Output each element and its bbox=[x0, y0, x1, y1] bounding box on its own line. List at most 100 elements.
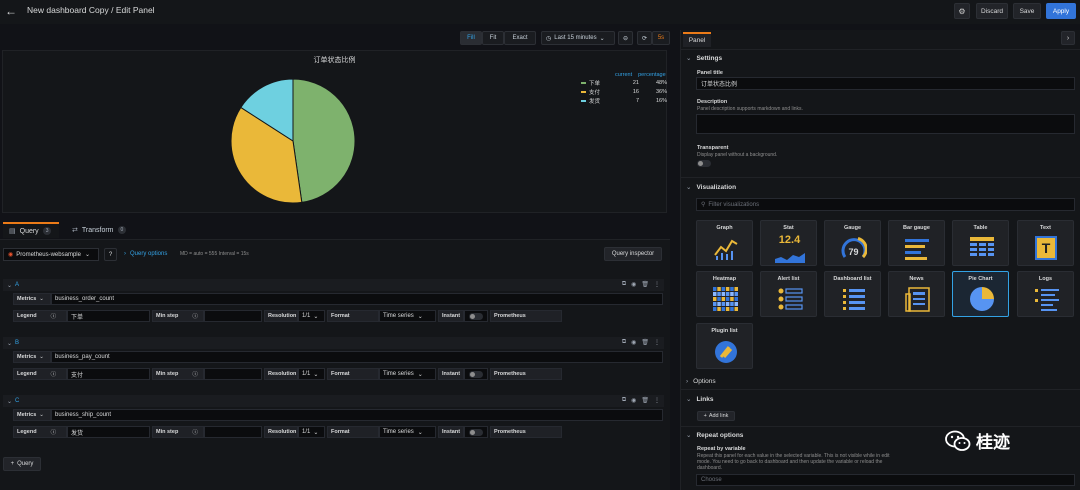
viz-card-plugin-list[interactable]: Plugin list bbox=[696, 323, 753, 369]
description-textarea[interactable] bbox=[696, 114, 1075, 134]
format-select[interactable]: Time series ⌄ bbox=[379, 310, 436, 322]
search-icon: ⚲ bbox=[701, 202, 706, 208]
links-section-header[interactable]: ⌄ Links bbox=[686, 395, 713, 403]
settings-gear-icon[interactable]: ⚙ bbox=[954, 3, 970, 19]
tab-panel[interactable]: Panel bbox=[683, 32, 711, 47]
viz-card-logs[interactable]: Logs bbox=[1017, 271, 1074, 317]
viz-card-alert-list[interactable]: Alert list bbox=[760, 271, 817, 317]
refresh-icon[interactable]: ⟳ bbox=[637, 31, 652, 45]
chevron-right-icon[interactable]: › bbox=[1061, 31, 1075, 45]
wechat-watermark: 桂迹 bbox=[945, 428, 1010, 453]
eye-icon[interactable]: ◉ bbox=[631, 339, 636, 346]
back-arrow-icon[interactable]: ← bbox=[4, 4, 18, 18]
fill-button[interactable]: Fill bbox=[460, 31, 482, 45]
metrics-input[interactable]: business_pay_count bbox=[51, 351, 663, 363]
instant-toggle[interactable] bbox=[469, 371, 483, 378]
min-step-input[interactable] bbox=[204, 368, 262, 380]
trash-icon[interactable]: 🗑 bbox=[641, 397, 649, 404]
help-icon[interactable]: ? bbox=[104, 248, 117, 261]
legend-item[interactable]: 下单 21 48% bbox=[581, 79, 667, 87]
legend-label-text: Legend bbox=[17, 313, 37, 319]
query-options-label: Query options bbox=[130, 251, 168, 257]
resolution-select[interactable]: 1/1 ⌄ bbox=[298, 368, 325, 380]
settings-section-header[interactable]: ⌄ Settings bbox=[686, 54, 722, 62]
add-query-button[interactable]: + Query bbox=[3, 457, 41, 471]
viz-card-heatmap[interactable]: Heatmap bbox=[696, 271, 753, 317]
query-inspector-button[interactable]: Query inspector bbox=[604, 247, 662, 261]
legend-input[interactable]: 发货 bbox=[67, 426, 150, 438]
legend-item[interactable]: 支付 16 36% bbox=[581, 88, 667, 96]
viz-card-gauge[interactable]: Gauge 79 bbox=[824, 220, 881, 266]
time-range-label: Last 15 minutes bbox=[554, 35, 597, 41]
legend-label-text: Legend bbox=[17, 429, 37, 435]
prometheus-label: Prometheus bbox=[490, 310, 562, 322]
legend-input[interactable]: 支付 bbox=[67, 368, 150, 380]
instant-label: Instant bbox=[438, 368, 464, 380]
instant-toggle-wrap[interactable] bbox=[464, 368, 488, 380]
format-select[interactable]: Time series ⌄ bbox=[379, 426, 436, 438]
viz-card-dashboard-list[interactable]: Dashboard list bbox=[824, 271, 881, 317]
tab-transform[interactable]: ⇄ Transform 0 bbox=[72, 222, 132, 238]
instant-toggle-wrap[interactable] bbox=[464, 310, 488, 322]
min-step-input[interactable] bbox=[204, 426, 262, 438]
metrics-input[interactable]: business_order_count bbox=[51, 293, 663, 305]
filter-visualizations-input[interactable]: ⚲ Filter visualizations bbox=[696, 198, 1075, 211]
discard-button[interactable]: Discard bbox=[976, 3, 1008, 19]
min-step-input[interactable] bbox=[204, 310, 262, 322]
legend-swatch bbox=[581, 100, 586, 102]
alert-list-icon bbox=[778, 288, 803, 310]
instant-toggle-wrap[interactable] bbox=[464, 426, 488, 438]
query-row-header[interactable]: ⌄ C ⧉ ◉ 🗑 ⋮ bbox=[3, 395, 664, 407]
instant-label: Instant bbox=[438, 310, 464, 322]
drag-handle-icon[interactable]: ⋮ bbox=[654, 339, 660, 346]
copy-icon[interactable]: ⧉ bbox=[622, 397, 626, 404]
repeat-variable-select[interactable]: Choose bbox=[696, 474, 1075, 486]
links-label: Links bbox=[696, 396, 714, 403]
copy-icon[interactable]: ⧉ bbox=[622, 281, 626, 288]
trash-icon[interactable]: 🗑 bbox=[641, 339, 649, 346]
fit-button[interactable]: Fit bbox=[482, 31, 504, 45]
exact-button[interactable]: Exact bbox=[504, 31, 536, 45]
query-row-header[interactable]: ⌄ A ⧉ ◉ 🗑 ⋮ bbox=[3, 279, 664, 291]
viz-card-table[interactable]: Table bbox=[952, 220, 1009, 266]
datasource-select[interactable]: ◉ Prometheus-websample ⌄ bbox=[3, 248, 99, 261]
viz-card-news[interactable]: News bbox=[888, 271, 945, 317]
resolution-select[interactable]: 1/1 ⌄ bbox=[298, 310, 325, 322]
trash-icon[interactable]: 🗑 bbox=[641, 281, 649, 288]
drag-handle-icon[interactable]: ⋮ bbox=[654, 281, 660, 288]
tab-query[interactable]: ▤ Query 3 bbox=[3, 222, 59, 238]
description-label: Description bbox=[697, 99, 728, 105]
instant-toggle[interactable] bbox=[469, 313, 483, 320]
legend-item[interactable]: 发货 7 16% bbox=[581, 97, 667, 105]
refresh-interval[interactable]: 5s bbox=[652, 31, 670, 45]
viz-card-graph[interactable]: Graph bbox=[696, 220, 753, 266]
copy-icon[interactable]: ⧉ bbox=[622, 339, 626, 346]
zoom-out-icon[interactable]: ⊖ bbox=[618, 31, 633, 45]
panel-title-input[interactable]: 订单状态比例 bbox=[696, 77, 1075, 90]
save-button[interactable]: Save bbox=[1013, 3, 1041, 19]
instant-toggle[interactable] bbox=[469, 429, 483, 436]
query-options-toggle[interactable]: › Query options bbox=[124, 251, 167, 257]
viz-card-bar-gauge[interactable]: Bar gauge bbox=[888, 220, 945, 266]
transparent-toggle[interactable] bbox=[697, 160, 711, 167]
viz-card-text[interactable]: Text T bbox=[1017, 220, 1074, 266]
repeat-section-header[interactable]: ⌄ Repeat options bbox=[686, 431, 743, 439]
resolution-select[interactable]: 1/1 ⌄ bbox=[298, 426, 325, 438]
eye-icon[interactable]: ◉ bbox=[631, 281, 636, 288]
add-link-button[interactable]: + Add link bbox=[697, 411, 735, 421]
format-select[interactable]: Time series ⌄ bbox=[379, 368, 436, 380]
eye-icon[interactable]: ◉ bbox=[631, 397, 636, 404]
viz-card-stat[interactable]: Stat 12.4 bbox=[760, 220, 817, 266]
legend-input[interactable]: 下单 bbox=[67, 310, 150, 322]
options-section-header[interactable]: › Options bbox=[686, 378, 716, 385]
chevron-down-icon: ⌄ bbox=[39, 354, 44, 360]
pie-slice-下单[interactable] bbox=[292, 78, 356, 203]
visualization-section-header[interactable]: ⌄ Visualization bbox=[686, 183, 736, 191]
viz-card-pie-chart[interactable]: Pie Chart bbox=[952, 271, 1009, 317]
metrics-input[interactable]: business_ship_count bbox=[51, 409, 663, 421]
datasource-label: Prometheus-websample bbox=[16, 251, 81, 258]
time-picker[interactable]: ◷ Last 15 minutes ⌄ bbox=[541, 31, 615, 45]
drag-handle-icon[interactable]: ⋮ bbox=[654, 397, 660, 404]
query-row-header[interactable]: ⌄ B ⧉ ◉ 🗑 ⋮ bbox=[3, 337, 664, 349]
apply-button[interactable]: Apply bbox=[1046, 3, 1076, 19]
